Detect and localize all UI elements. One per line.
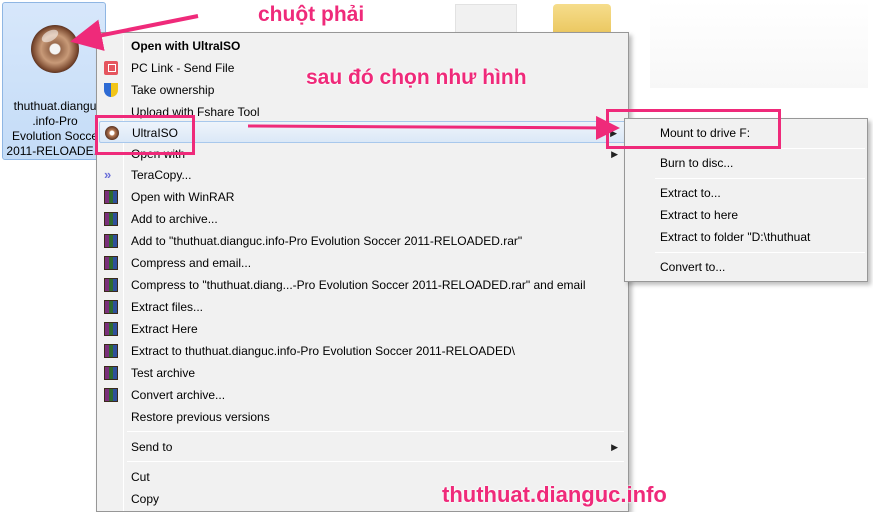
menu-item-extract-here[interactable]: Extract Here (99, 318, 626, 340)
menu-item-label: Cut (131, 470, 150, 484)
menu-separator (127, 431, 624, 432)
ultraiso-highlight-box (95, 115, 195, 155)
submenu-item-extract-to-here[interactable]: Extract to here (627, 204, 865, 226)
shield-icon (104, 83, 118, 97)
menu-item-label: Restore previous versions (131, 410, 270, 424)
annotation-right-click: chuột phải (258, 3, 365, 26)
submenu-item-label: Extract to here (660, 208, 739, 222)
menu-item-label: Open with WinRAR (131, 190, 235, 204)
menu-item-label: Extract Here (131, 322, 198, 336)
submenu-item-convert-to[interactable]: Convert to... (627, 256, 865, 278)
menu-item-label: Compress to "thuthuat.diang...-Pro Evolu… (131, 278, 586, 292)
menu-item-extract-files[interactable]: Extract files... (99, 296, 626, 318)
winrar-icon (104, 300, 118, 314)
menu-item-label: Copy (131, 492, 160, 506)
menu-item-teracopy[interactable]: » TeraCopy... (99, 164, 626, 186)
menu-item-label: Take ownership (131, 83, 215, 97)
menu-item-label: Extract to thuthuat.dianguc.info-Pro Evo… (131, 344, 515, 358)
menu-item-label: Test archive (131, 366, 196, 380)
file-name-line-3: Evolution Socce (11, 129, 99, 143)
mount-highlight-box (606, 109, 781, 149)
winrar-icon (104, 234, 118, 248)
winrar-icon (104, 322, 118, 336)
menu-item-test-archive[interactable]: Test archive (99, 362, 626, 384)
submenu-item-label: Convert to... (660, 260, 726, 274)
menu-item-label: TeraCopy... (131, 168, 192, 182)
file-name-line-2: .info-Pro (32, 114, 78, 128)
menu-item-label: Send to (131, 440, 173, 454)
desktop-background-area (650, 0, 868, 88)
file-name-line-4: 2011-RELOADE... (6, 144, 104, 158)
pc-link-icon (104, 61, 118, 75)
menu-item-compress-and-email[interactable]: Compress and email... (99, 252, 626, 274)
submenu-item-label: Burn to disc... (660, 156, 734, 170)
submenu-item-label: Extract to folder "D:\thuthuat (660, 230, 811, 244)
menu-item-open-with-winrar[interactable]: Open with WinRAR (99, 186, 626, 208)
watermark-text: thuthuat.dianguc.info (442, 482, 667, 507)
submenu-arrow-icon: ▶ (611, 442, 618, 452)
submenu-item-burn-to-disc[interactable]: Burn to disc... (627, 152, 865, 174)
winrar-icon (104, 388, 118, 402)
menu-item-label: Convert archive... (131, 388, 226, 402)
menu-item-add-to-archive[interactable]: Add to archive... (99, 208, 626, 230)
menu-item-label: Extract files... (131, 300, 204, 314)
menu-item-label: Compress and email... (131, 256, 252, 270)
submenu-separator (655, 252, 865, 253)
file-name-label: thuthuat.diangu .info-Pro Evolution Socc… (5, 99, 105, 159)
winrar-icon (104, 256, 118, 270)
submenu-item-label: Extract to... (660, 186, 721, 200)
winrar-icon (104, 190, 118, 204)
annotation-then-choose: sau đó chọn như hình (306, 66, 527, 89)
menu-item-add-to-rar[interactable]: Add to "thuthuat.dianguc.info-Pro Evolut… (99, 230, 626, 252)
submenu-item-extract-to-folder[interactable]: Extract to folder "D:\thuthuat (627, 226, 865, 248)
winrar-icon (104, 366, 118, 380)
menu-item-compress-to-rar-email[interactable]: Compress to "thuthuat.diang...-Pro Evolu… (99, 274, 626, 296)
menu-item-send-to[interactable]: Send to ▶ (99, 436, 626, 458)
menu-item-restore-previous-versions[interactable]: Restore previous versions (99, 406, 626, 428)
menu-separator (127, 461, 624, 462)
iso-file-item[interactable]: thuthuat.diangu .info-Pro Evolution Socc… (2, 2, 106, 160)
submenu-item-extract-to[interactable]: Extract to... (627, 182, 865, 204)
submenu-separator (655, 178, 865, 179)
menu-item-label: Add to "thuthuat.dianguc.info-Pro Evolut… (131, 234, 523, 248)
winrar-icon (104, 212, 118, 226)
menu-item-open-with-ultraiso[interactable]: Open with UltraISO (99, 35, 626, 57)
menu-item-label: Open with UltraISO (131, 39, 241, 53)
menu-item-convert-archive[interactable]: Convert archive... (99, 384, 626, 406)
context-menu: Open with UltraISO PC Link - Send File T… (96, 32, 629, 512)
winrar-icon (104, 278, 118, 292)
menu-item-label: PC Link - Send File (131, 61, 235, 75)
menu-item-extract-to-folder[interactable]: Extract to thuthuat.dianguc.info-Pro Evo… (99, 340, 626, 362)
menu-item-label: Add to archive... (131, 212, 218, 226)
file-name-line-1: thuthuat.diangu (13, 99, 97, 113)
teracopy-icon: » (104, 167, 112, 182)
winrar-icon (104, 344, 118, 358)
